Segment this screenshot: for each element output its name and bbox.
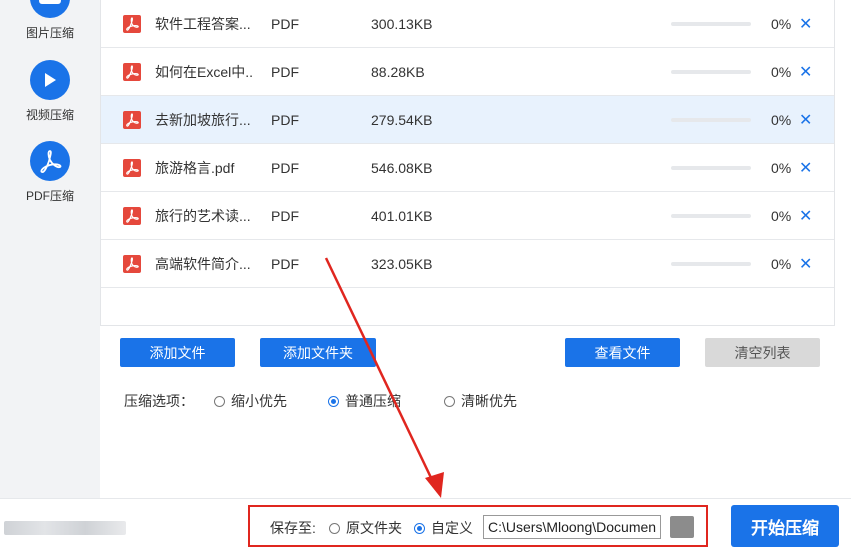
file-type: PDF xyxy=(271,159,299,176)
file-name: 如何在Excel中.. xyxy=(155,63,254,80)
radio-label: 自定义 xyxy=(431,520,473,536)
radio-label: 普通压缩 xyxy=(345,393,401,409)
radio-label: 缩小优先 xyxy=(231,393,287,409)
pdf-file-icon xyxy=(123,255,141,273)
file-name: 去新加坡旅行... xyxy=(155,111,251,128)
folder-icon[interactable] xyxy=(670,516,694,538)
progress-bar xyxy=(671,118,751,122)
file-size: 401.01KB xyxy=(371,207,433,224)
file-size: 300.13KB xyxy=(371,15,433,32)
sidebar: 图片压缩 视频压缩 PDF压缩 xyxy=(0,0,100,498)
radio-button[interactable] xyxy=(329,522,340,534)
view-file-button[interactable]: 查看文件 xyxy=(565,338,680,367)
radio-option-normal[interactable]: 普通压缩 xyxy=(328,391,401,411)
close-icon[interactable]: ✕ xyxy=(799,254,812,274)
close-icon[interactable]: ✕ xyxy=(799,14,812,34)
blurred-region xyxy=(4,521,126,535)
file-type: PDF xyxy=(271,207,299,224)
progress-text: 0% xyxy=(771,63,792,80)
file-type: PDF xyxy=(271,15,299,32)
file-size: 323.05KB xyxy=(371,255,433,272)
progress-text: 0% xyxy=(771,159,792,176)
table-row[interactable]: 高端软件简介... PDF 323.05KB 0% ✕ xyxy=(101,240,834,288)
radio-button[interactable] xyxy=(414,522,425,534)
pdf-file-icon xyxy=(123,159,141,177)
radio-button[interactable] xyxy=(444,395,455,407)
radio-option-custom[interactable]: 自定义 xyxy=(414,518,473,538)
file-name: 高端软件简介... xyxy=(155,255,251,272)
file-size: 279.54KB xyxy=(371,111,433,128)
save-path-input[interactable] xyxy=(483,515,661,539)
file-list: 软件工程答案... PDF 300.13KB 0% ✕ 如何在Excel中.. … xyxy=(100,0,835,326)
file-name: 旅游格言.pdf xyxy=(155,159,235,176)
radio-button[interactable] xyxy=(328,395,339,407)
file-size: 88.28KB xyxy=(371,63,425,80)
file-name: 旅行的艺术读... xyxy=(155,207,251,224)
progress-text: 0% xyxy=(771,111,792,128)
close-icon[interactable]: ✕ xyxy=(799,158,812,178)
table-row[interactable]: 旅游格言.pdf PDF 546.08KB 0% ✕ xyxy=(101,144,834,192)
sidebar-item-pdf-compress[interactable]: PDF压缩 xyxy=(0,141,100,204)
file-type: PDF xyxy=(271,255,299,272)
sidebar-item-label: PDF压缩 xyxy=(25,189,74,203)
progress-bar xyxy=(671,166,751,170)
pdf-file-icon xyxy=(123,63,141,81)
add-folder-button[interactable]: 添加文件夹 xyxy=(260,338,376,367)
progress-bar xyxy=(671,22,751,26)
pdf-icon xyxy=(30,141,70,181)
file-size: 546.08KB xyxy=(371,159,433,176)
main-panel: 软件工程答案... PDF 300.13KB 0% ✕ 如何在Excel中.. … xyxy=(100,0,851,498)
radio-label: 清晰优先 xyxy=(461,393,517,409)
table-row[interactable]: 旅行的艺术读... PDF 401.01KB 0% ✕ xyxy=(101,192,834,240)
sidebar-item-image-compress[interactable]: 图片压缩 xyxy=(0,0,100,41)
close-icon[interactable]: ✕ xyxy=(799,62,812,82)
sidebar-item-label: 视频压缩 xyxy=(25,108,74,122)
progress-bar xyxy=(671,70,751,74)
pdf-file-icon xyxy=(123,15,141,33)
save-to-label: 保存至: xyxy=(270,520,316,536)
close-icon[interactable]: ✕ xyxy=(799,110,812,130)
radio-button[interactable] xyxy=(214,395,225,407)
pdf-file-icon xyxy=(123,207,141,225)
sidebar-item-label: 图片压缩 xyxy=(25,26,74,40)
start-compress-button[interactable]: 开始压缩 xyxy=(731,505,839,547)
table-row[interactable]: 软件工程答案... PDF 300.13KB 0% ✕ xyxy=(101,0,834,48)
clear-list-button[interactable]: 清空列表 xyxy=(705,338,820,367)
table-row[interactable]: 去新加坡旅行... PDF 279.54KB 0% ✕ xyxy=(101,96,834,144)
play-icon xyxy=(30,60,70,100)
compress-options-label: 压缩选项： xyxy=(124,393,194,409)
table-row[interactable]: 如何在Excel中.. PDF 88.28KB 0% ✕ xyxy=(101,48,834,96)
radio-option-clarity[interactable]: 清晰优先 xyxy=(444,391,517,411)
sidebar-item-video-compress[interactable]: 视频压缩 xyxy=(0,60,100,123)
progress-text: 0% xyxy=(771,255,792,272)
file-type: PDF xyxy=(271,63,299,80)
radio-label: 原文件夹 xyxy=(346,520,402,536)
file-type: PDF xyxy=(271,111,299,128)
progress-bar xyxy=(671,262,751,266)
radio-option-original-folder[interactable]: 原文件夹 xyxy=(329,518,402,538)
radio-option-smaller[interactable]: 缩小优先 xyxy=(214,391,287,411)
progress-text: 0% xyxy=(771,15,792,32)
progress-bar xyxy=(671,214,751,218)
add-file-button[interactable]: 添加文件 xyxy=(120,338,235,367)
pdf-file-icon xyxy=(123,111,141,129)
image-cloud-icon xyxy=(30,0,70,18)
close-icon[interactable]: ✕ xyxy=(799,206,812,226)
progress-text: 0% xyxy=(771,207,792,224)
file-name: 软件工程答案... xyxy=(155,15,251,32)
